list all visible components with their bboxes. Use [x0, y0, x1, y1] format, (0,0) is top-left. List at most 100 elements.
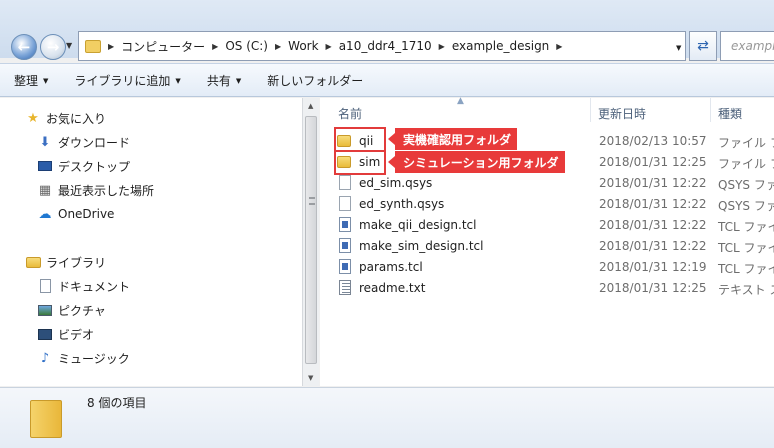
- organize-menu[interactable]: 整理 ▼: [14, 72, 48, 89]
- nav-pictures-label: ピクチャ: [58, 303, 106, 318]
- music-note-icon: ♪: [40, 350, 50, 366]
- add-library-label: ライブラリに追加: [74, 73, 171, 88]
- nav-favorites[interactable]: ★ お気に入り: [25, 108, 106, 128]
- nav-documents[interactable]: ドキュメント: [37, 276, 130, 296]
- arrow-right-icon: →: [46, 38, 60, 56]
- tcl-file-icon: [339, 259, 351, 274]
- file-row-make-sim[interactable]: make_sim_design.tcl 2018/01/31 12:22 TCL…: [332, 236, 774, 257]
- address-bar-row: ← → ▼ ▶ コンピューター ▶ OS (C:) ▶ Work ▶ a10_d…: [0, 0, 774, 61]
- grip-icon: [309, 197, 315, 205]
- file-date: 2018/01/31 12:22: [599, 197, 707, 211]
- arrow-left-icon: ←: [17, 38, 31, 56]
- refresh-button[interactable]: ⇄: [689, 31, 717, 61]
- file-date: 2018/01/31 12:19: [599, 260, 707, 274]
- nav-documents-label: ドキュメント: [58, 279, 131, 294]
- file-icon: [339, 196, 351, 211]
- chevron-right-icon[interactable]: ▶: [212, 42, 218, 51]
- breadcrumb-os-drive[interactable]: OS (C:): [225, 39, 268, 53]
- recent-places-icon: ▦: [38, 182, 52, 198]
- nav-desktop-label: デスクトップ: [58, 159, 131, 174]
- breadcrumb-computer[interactable]: コンピューター: [121, 38, 205, 55]
- chevron-right-icon[interactable]: ▶: [556, 42, 562, 51]
- documents-icon: [37, 278, 53, 294]
- new-folder-button[interactable]: 新しいフォルダー: [267, 72, 363, 89]
- address-input[interactable]: ▶ コンピューター ▶ OS (C:) ▶ Work ▶ a10_ddr4_17…: [78, 31, 686, 61]
- back-button[interactable]: ←: [11, 34, 37, 60]
- share-menu[interactable]: 共有 ▼: [207, 72, 241, 89]
- nav-recent-places[interactable]: ▦ 最近表示した場所: [37, 180, 154, 200]
- recent-pages-dropdown-icon[interactable]: ▼: [66, 41, 72, 50]
- text-file-icon: [339, 280, 351, 295]
- file-name: params.tcl: [359, 260, 423, 274]
- scroll-up-icon[interactable]: ▲: [308, 102, 313, 110]
- nav-onedrive[interactable]: ☁ OneDrive: [37, 204, 115, 224]
- nav-downloads-label: ダウンロード: [58, 135, 131, 150]
- file-date: 2018/01/31 12:22: [599, 239, 707, 253]
- column-headers: ▲ 名前 更新日時 種類: [320, 96, 774, 124]
- file-date: 2018/01/31 12:22: [599, 218, 707, 232]
- nav-videos[interactable]: ビデオ: [37, 324, 94, 344]
- file-name: readme.txt: [359, 281, 426, 295]
- download-folder-icon: ⬇: [39, 134, 51, 150]
- file-type: TCL ファイ: [718, 262, 774, 276]
- chevron-down-icon: ▼: [235, 76, 242, 85]
- nav-pictures[interactable]: ピクチャ: [37, 300, 106, 320]
- column-divider[interactable]: [710, 98, 711, 122]
- file-row-ed-sim[interactable]: ed_sim.qsys 2018/01/31 12:22 QSYS ファ: [332, 173, 774, 194]
- callout-qii: 実機確認用フォルダ: [387, 128, 518, 150]
- nav-recent-label: 最近表示した場所: [58, 183, 155, 198]
- file-row-make-qii[interactable]: make_qii_design.tcl 2018/01/31 12:22 TCL…: [332, 215, 774, 236]
- add-to-library-menu[interactable]: ライブラリに追加 ▼: [74, 72, 180, 89]
- address-dropdown-icon[interactable]: ▼: [676, 44, 681, 52]
- file-row-readme[interactable]: readme.txt 2018/01/31 12:25 テキスト ス: [332, 278, 774, 299]
- navigation-pane: ★ お気に入り ⬇ ダウンロード デスクトップ ▦ 最近表示した場所 ☁ One…: [0, 98, 304, 386]
- file-row-params[interactable]: params.tcl 2018/01/31 12:19 TCL ファイ: [332, 257, 774, 278]
- chevron-down-icon: ▼: [175, 76, 181, 85]
- nav-music-label: ミュージック: [58, 351, 130, 366]
- share-label: 共有: [206, 73, 231, 88]
- nav-onedrive-label: OneDrive: [58, 207, 115, 221]
- file-name: make_qii_design.tcl: [359, 218, 477, 232]
- file-name: ed_synth.qsys: [359, 197, 445, 211]
- file-row-ed-synth[interactable]: ed_synth.qsys 2018/01/31 12:22 QSYS ファ: [332, 194, 774, 215]
- nav-libraries-label: ライブラリ: [46, 255, 107, 270]
- callout-sim: シミュレーション用フォルダ: [388, 151, 565, 173]
- scrollbar-thumb[interactable]: [305, 116, 317, 364]
- chevron-right-icon[interactable]: ▶: [326, 42, 332, 51]
- forward-button[interactable]: →: [40, 34, 66, 60]
- file-list-pane: ▲ 名前 更新日時 種類 qii 2018/02/13 10:57 ファイル フ…: [320, 96, 774, 386]
- search-input[interactable]: example_: [720, 31, 774, 61]
- breadcrumb-a10-ddr4[interactable]: a10_ddr4_1710: [339, 39, 432, 53]
- file-type: QSYS ファ: [718, 178, 774, 192]
- tcl-file-icon: [339, 238, 351, 253]
- file-type: テキスト ス: [718, 283, 774, 297]
- file-name: ed_sim.qsys: [359, 176, 433, 190]
- column-header-type[interactable]: 種類: [718, 105, 742, 122]
- sort-ascending-icon: ▲: [457, 96, 464, 106]
- chevron-right-icon[interactable]: ▶: [108, 42, 114, 51]
- scroll-down-icon[interactable]: ▼: [308, 374, 313, 382]
- videos-icon: [37, 326, 53, 342]
- highlight-box-sim: [334, 150, 386, 175]
- pictures-icon: [37, 302, 53, 318]
- column-header-name[interactable]: 名前: [338, 105, 362, 122]
- nav-videos-label: ビデオ: [58, 327, 95, 342]
- file-date: 2018/01/31 12:25: [599, 281, 707, 295]
- nav-desktop[interactable]: デスクトップ: [37, 156, 130, 176]
- organize-label: 整理: [14, 73, 39, 88]
- command-bar: 整理 ▼ ライブラリに追加 ▼ 共有 ▼ 新しいフォルダー: [0, 63, 774, 97]
- nav-scrollbar[interactable]: ▲ ▼: [302, 98, 319, 386]
- breadcrumb-example-design[interactable]: example_design: [452, 39, 549, 53]
- nav-libraries[interactable]: ライブラリ: [25, 252, 106, 272]
- column-header-date[interactable]: 更新日時: [598, 105, 646, 122]
- file-icon: [339, 175, 351, 190]
- folder-icon: [85, 39, 101, 53]
- chevron-right-icon[interactable]: ▶: [275, 42, 281, 51]
- breadcrumb-work[interactable]: Work: [288, 39, 318, 53]
- chevron-right-icon[interactable]: ▶: [439, 42, 445, 51]
- nav-downloads[interactable]: ⬇ ダウンロード: [37, 132, 130, 152]
- nav-favorites-label: お気に入り: [46, 111, 107, 126]
- column-divider[interactable]: [590, 98, 591, 122]
- nav-music[interactable]: ♪ ミュージック: [37, 348, 130, 368]
- star-icon: ★: [27, 110, 39, 126]
